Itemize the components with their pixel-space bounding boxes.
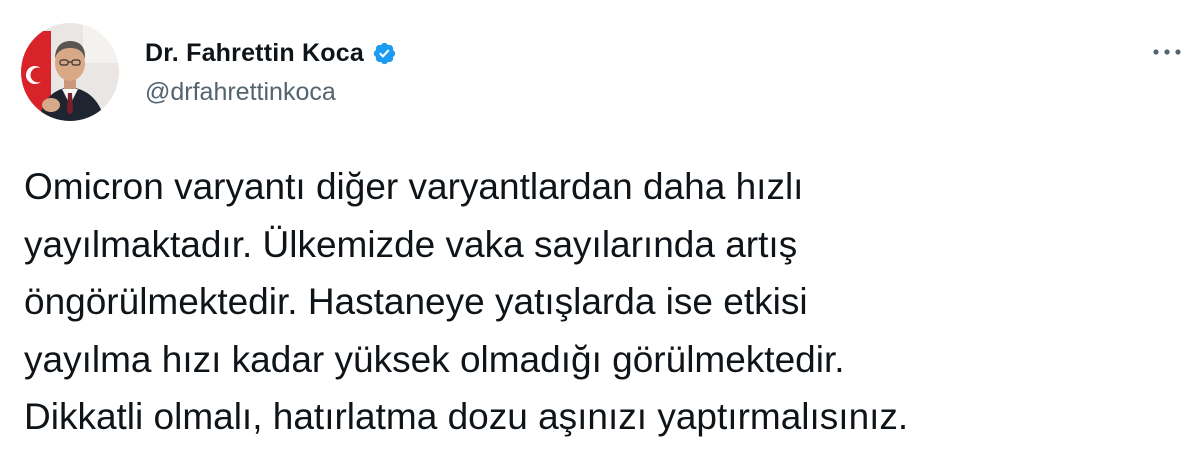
verified-badge-icon: [372, 41, 397, 66]
display-name[interactable]: Dr. Fahrettin Koca: [145, 39, 364, 68]
avatar[interactable]: [21, 23, 119, 121]
author-handle[interactable]: @drfahrettinkoca: [145, 78, 336, 107]
author-name-row: Dr. Fahrettin Koca: [145, 37, 397, 69]
tweet-line: Dikkatli olmalı, hatırlatma dozu aşınızı…: [24, 396, 909, 437]
profile-photo: [21, 23, 119, 121]
tweet-card: Dr. Fahrettin Koca @drfahrettinkoca Omic…: [0, 0, 1200, 463]
tweet-line: yayılma hızı kadar yüksek olmadığı görül…: [24, 338, 845, 380]
tweet-text: Omicron varyantı diğer varyantlardan dah…: [24, 158, 1174, 446]
tweet-line: öngörülmektedir. Hastaneye yatışlarda is…: [24, 281, 808, 322]
tweet-line: Omicron varyantı diğer varyantlardan dah…: [24, 166, 804, 207]
more-options-button[interactable]: [1150, 40, 1184, 64]
more-dots-icon: [1152, 48, 1182, 56]
tweet-line: yayılmaktadır. Ülkemizde vaka sayılarınd…: [24, 223, 798, 265]
